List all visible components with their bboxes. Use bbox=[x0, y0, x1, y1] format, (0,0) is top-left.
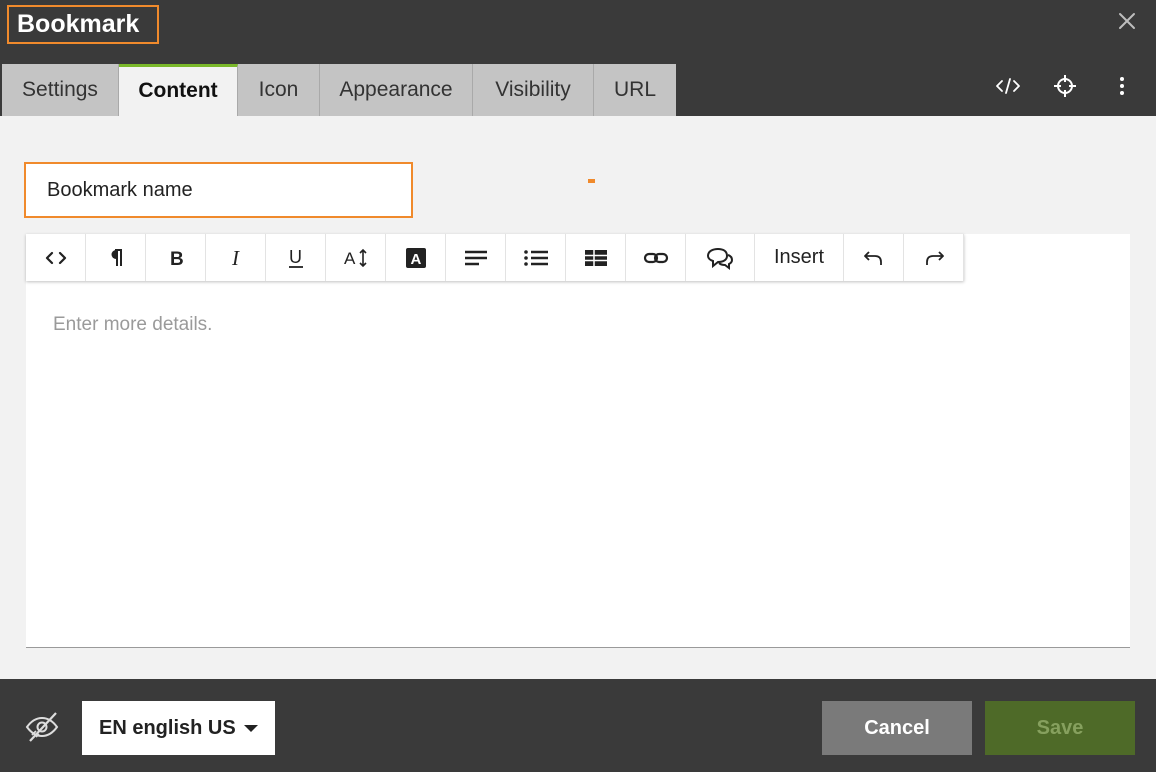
tab-appearance[interactable]: Appearance bbox=[320, 64, 473, 116]
bullet-list-icon[interactable] bbox=[506, 234, 566, 281]
eye-off-icon[interactable] bbox=[24, 709, 60, 745]
bold-icon[interactable]: B bbox=[146, 234, 206, 281]
cancel-button[interactable]: Cancel bbox=[822, 701, 972, 755]
save-button[interactable]: Save bbox=[985, 701, 1135, 755]
undo-icon[interactable] bbox=[844, 234, 904, 281]
italic-icon[interactable]: I bbox=[206, 234, 266, 281]
table-icon[interactable] bbox=[566, 234, 626, 281]
editor-toolbar: B I U A A Insert bbox=[26, 234, 964, 281]
chevron-down-icon bbox=[244, 725, 258, 732]
paragraph-icon[interactable] bbox=[86, 234, 146, 281]
insert-menu[interactable]: Insert bbox=[755, 234, 844, 281]
align-icon[interactable] bbox=[446, 234, 506, 281]
code-view-icon[interactable] bbox=[992, 72, 1024, 100]
font-size-icon[interactable]: A bbox=[326, 234, 386, 281]
text-color-icon[interactable]: A bbox=[386, 234, 446, 281]
link-icon[interactable] bbox=[626, 234, 686, 281]
more-vertical-icon[interactable] bbox=[1106, 72, 1138, 100]
svg-text:A: A bbox=[344, 249, 356, 268]
tab-visibility[interactable]: Visibility bbox=[473, 64, 594, 116]
tab-url[interactable]: URL bbox=[594, 64, 676, 116]
svg-text:B: B bbox=[170, 249, 184, 269]
underline-icon[interactable]: U bbox=[266, 234, 326, 281]
highlight-marker bbox=[588, 179, 595, 183]
close-icon[interactable] bbox=[1114, 8, 1140, 34]
svg-text:A: A bbox=[410, 251, 421, 268]
redo-icon[interactable] bbox=[904, 234, 964, 281]
comments-icon[interactable] bbox=[686, 234, 755, 281]
tab-content[interactable]: Content bbox=[119, 64, 238, 116]
details-editor[interactable]: B I U A A Insert Enter more details. bbox=[26, 234, 1130, 648]
tab-settings[interactable]: Settings bbox=[2, 64, 119, 116]
svg-text:I: I bbox=[231, 247, 240, 269]
tab-icon[interactable]: Icon bbox=[238, 64, 320, 116]
tab-bar: Settings Content Icon Appearance Visibil… bbox=[2, 64, 676, 116]
crosshair-icon[interactable] bbox=[1049, 72, 1081, 100]
insert-label: Insert bbox=[773, 246, 825, 268]
details-placeholder: Enter more details. bbox=[53, 314, 213, 335]
bookmark-name-field[interactable]: Bookmark name bbox=[24, 162, 413, 218]
source-code-icon[interactable] bbox=[26, 234, 86, 281]
dialog-title: Bookmark bbox=[17, 10, 140, 38]
svg-text:U: U bbox=[289, 247, 302, 267]
